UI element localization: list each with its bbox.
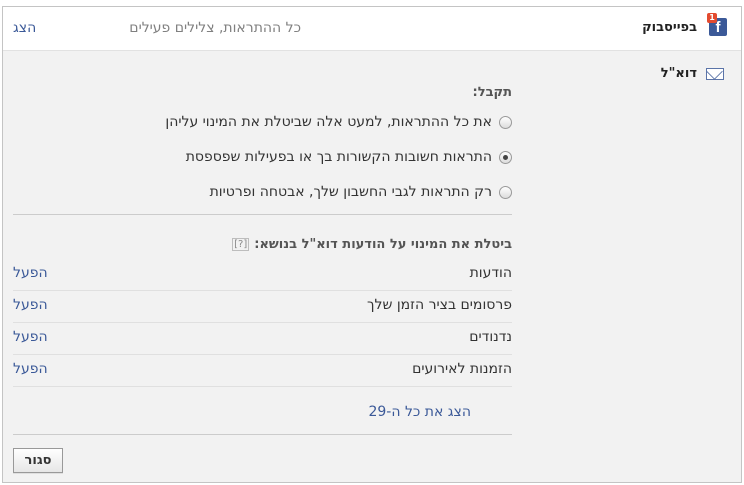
close-button[interactable]: סגור [13, 448, 63, 473]
radio-button-selected[interactable] [499, 150, 512, 164]
unsubscribed-row: הודעות הפעל [13, 259, 512, 291]
enable-link[interactable]: הפעל [13, 297, 48, 313]
email-option-label: רק התראות לגבי החשבון שלך, אבטחה ופרטיות [209, 184, 492, 200]
receive-label: תקבל: [472, 85, 512, 100]
radio-button[interactable] [499, 185, 512, 199]
unsubscribed-type-label: הודעות [469, 265, 512, 281]
enable-link[interactable]: הפעל [13, 361, 48, 377]
unsubscribed-row: פרסומים בציר הזמן שלך הפעל [13, 291, 512, 323]
email-option-all[interactable]: את כל ההתראות, למעט אלה שביטלת את המינוי… [165, 112, 512, 132]
email-option-label: התראות חשובות הקשורות בך או בפעילות שפספ… [185, 149, 492, 165]
email-section-title: דוא"ל [660, 66, 697, 81]
notification-settings-panel: f1 בפייסבוק כל ההתראות, צלילים פעילים הצ… [2, 6, 742, 483]
help-icon[interactable]: [?] [232, 238, 250, 251]
email-option-label: את כל ההתראות, למעט אלה שביטלת את המינוי… [165, 114, 492, 130]
facebook-section-title: בפייסבוק [642, 20, 697, 35]
show-all-link[interactable]: הצג את כל ה-29 [368, 404, 471, 420]
notification-badge: 1 [707, 13, 717, 23]
email-option-account-only[interactable]: רק התראות לגבי החשבון שלך, אבטחה ופרטיות [210, 182, 512, 202]
unsubscribed-type-label: הזמנות לאירועים [412, 361, 512, 377]
email-option-important[interactable]: התראות חשובות הקשורות בך או בפעילות שפספ… [186, 147, 512, 167]
radio-button[interactable] [499, 115, 512, 129]
enable-link[interactable]: הפעל [13, 329, 48, 345]
facebook-summary: כל ההתראות, צלילים פעילים [129, 20, 301, 36]
enable-link[interactable]: הפעל [13, 265, 48, 281]
show-facebook-settings-link[interactable]: הצג [13, 20, 36, 36]
unsubscribed-type-label: נדנודים [469, 329, 512, 345]
unsubscribed-row: נדנודים הפעל [13, 323, 512, 355]
unsubscribed-title-text: ביטלת את המינוי על הודעות דוא"ל בנושא: [254, 237, 512, 252]
facebook-notifications-row: f1 בפייסבוק כל ההתראות, צלילים פעילים הצ… [3, 7, 741, 51]
facebook-icon: f1 [707, 13, 727, 36]
unsubscribed-title: ביטלת את המינוי על הודעות דוא"ל בנושא: [?… [232, 237, 512, 252]
divider [13, 434, 512, 435]
unsubscribed-row: הזמנות לאירועים הפעל [13, 355, 512, 387]
unsubscribed-type-label: פרסומים בציר הזמן שלך [367, 297, 512, 313]
divider [13, 214, 512, 215]
envelope-icon [706, 68, 724, 80]
